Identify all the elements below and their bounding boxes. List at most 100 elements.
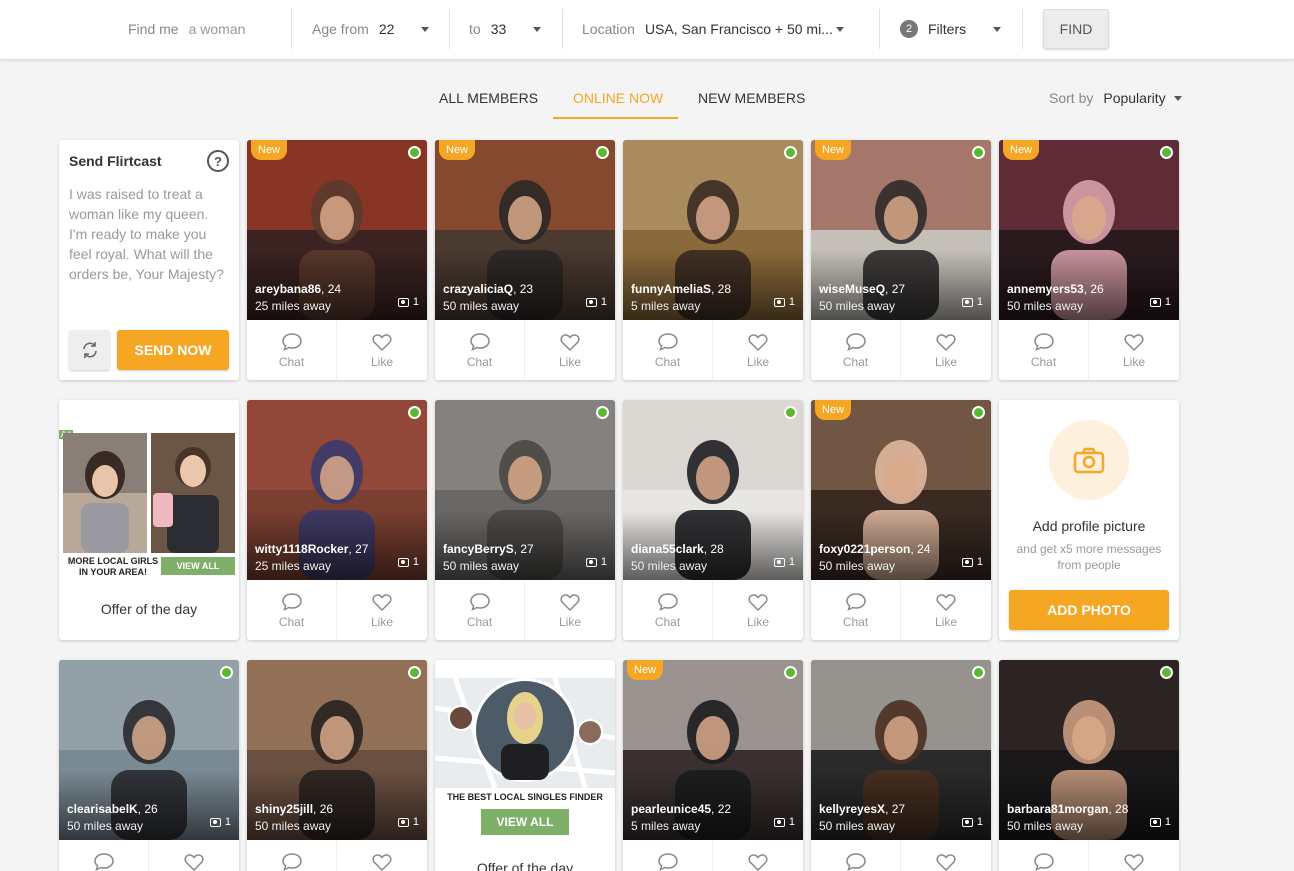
chat-button[interactable]: Chat [435,320,525,380]
age-from-select[interactable]: Age from 22 [312,0,432,58]
chat-button[interactable]: Chat [435,580,525,640]
sort-select[interactable]: Sort by Popularity [1049,90,1182,106]
like-button[interactable]: Like [149,840,239,871]
member-card[interactable]: fancyBerryS, 27 50 miles away 1 Chat Like [435,400,615,640]
member-card[interactable]: barbara81morgan, 28 50 miles away 1 ChatLik… [999,660,1179,871]
chat-button[interactable]: Chat [999,320,1089,380]
camera-icon [773,817,785,827]
chat-button[interactable]: Chat [811,580,901,640]
chat-label: Chat [466,354,493,369]
photo-count-value: 1 [412,556,419,568]
chat-button[interactable]: Chat [811,320,901,380]
chat-label: Chat [842,614,869,629]
member-card[interactable]: witty1118Rocker, 27 25 miles away 1 Chat Lik… [247,400,427,640]
chevron-down-icon [533,26,541,32]
tab-all-members[interactable]: ALL MEMBERS [439,90,538,110]
chat-button[interactable]: Chat [623,320,713,380]
age-to-select[interactable]: to 33 [469,0,544,58]
member-photo[interactable]: clearisabelK, 26 50 miles away 1 [59,660,239,840]
like-button[interactable]: Like [713,580,803,640]
member-photo[interactable]: fancyBerryS, 27 50 miles away 1 [435,400,615,580]
ad-card-local-girls[interactable]: Ad MORE LOCAL GIRLS IN YOUR AREA! VIEW A… [59,400,239,640]
member-card[interactable]: New pearleunice45, 22 5 miles away 1 ChatLik… [623,660,803,871]
like-label: Like [934,614,957,629]
find-me-label: Find me [128,21,179,37]
member-photo[interactable]: New pearleunice45, 22 5 miles away 1 [623,660,803,840]
tab-online-now[interactable]: ONLINE NOW [573,90,663,110]
member-name: diana55clark, 28 [631,542,724,556]
chat-bubble-icon [93,852,114,871]
member-photo[interactable]: New wiseMuseQ, 27 50 miles away 1 [811,140,991,320]
chat-button[interactable]: Chat [247,320,337,380]
member-actions: ChatLike [811,840,991,871]
member-card[interactable]: New annemyers53, 26 50 miles away 1 Chat Like [999,140,1179,380]
member-card[interactable]: New areybana86, 24 25 miles away 1 Chat Like [247,140,427,380]
ad-view-all-button[interactable]: VIEW ALL [161,557,235,575]
like-button[interactable]: Like [337,320,427,380]
like-button[interactable]: Like [525,320,615,380]
chat-button[interactable]: Chat [59,840,149,871]
camera-icon [397,557,409,567]
member-card[interactable]: shiny25jill, 26 50 miles away 1 ChatLike [247,660,427,871]
member-card[interactable]: funnyAmeliaS, 28 5 miles away 1 Chat Like [623,140,803,380]
chat-button[interactable]: Chat [811,840,901,871]
member-card[interactable]: New wiseMuseQ, 27 50 miles away 1 Chat Like [811,140,991,380]
chat-bubble-icon [1033,852,1054,871]
member-photo[interactable]: barbara81morgan, 28 50 miles away 1 [999,660,1179,840]
like-button[interactable]: Like [1089,320,1179,380]
ad-map-image [435,678,615,788]
member-card[interactable]: New foxy0221person, 24 50 miles away 1 Chat L… [811,400,991,640]
help-icon[interactable]: ? [207,150,229,172]
member-age: , 26 [137,802,158,816]
chat-button[interactable]: Chat [999,840,1089,871]
offer-of-the-day: Offer of the day [476,860,574,871]
ad-view-all-button[interactable]: VIEW ALL [481,809,569,835]
member-photo[interactable]: New annemyers53, 26 50 miles away 1 [999,140,1179,320]
location-select[interactable]: Location USA, San Francisco + 50 mi... [582,0,852,58]
sort-value: Popularity [1103,90,1166,106]
member-photo[interactable]: diana55clark, 28 50 miles away 1 [623,400,803,580]
member-name: shiny25jill, 26 [255,802,333,816]
photo-count-value: 1 [600,556,607,568]
tab-new-members[interactable]: NEW MEMBERS [698,90,805,110]
member-photo[interactable]: shiny25jill, 26 50 miles away 1 [247,660,427,840]
chat-button[interactable]: Chat [623,580,713,640]
like-button[interactable]: Like [901,580,991,640]
like-button[interactable]: Like [337,580,427,640]
online-status-dot [220,666,233,679]
member-actions: ChatLike [623,840,803,871]
refresh-button[interactable] [69,330,110,370]
find-me-select[interactable]: Find me a woman [128,0,245,58]
like-button[interactable]: Like [713,320,803,380]
camera-icon [209,817,221,827]
chat-bubble-icon [281,332,302,351]
member-card[interactable]: New crazyaliciaQ, 23 50 miles away 1 Chat Lik… [435,140,615,380]
chat-button[interactable]: Chat [623,840,713,871]
member-photo[interactable]: New foxy0221person, 24 50 miles away 1 [811,400,991,580]
member-photo[interactable]: New areybana86, 24 25 miles away 1 [247,140,427,320]
member-photo[interactable]: funnyAmeliaS, 28 5 miles away 1 [623,140,803,320]
chat-bubble-icon [845,332,866,351]
chat-button[interactable]: Chat [247,580,337,640]
like-button[interactable]: Like [901,840,991,871]
like-button[interactable]: Like [713,840,803,871]
filters-select[interactable]: 2 Filters [900,0,1004,58]
add-photo-button[interactable]: ADD PHOTO [1009,590,1169,630]
like-button[interactable]: Like [337,840,427,871]
like-button[interactable]: Like [525,580,615,640]
like-button[interactable]: Like [901,320,991,380]
chat-bubble-icon [469,332,490,351]
ad-card-singles-finder[interactable]: Ad THE BEST LOCAL SINGLES FINDER VIEW AL… [435,660,615,871]
send-now-button[interactable]: SEND NOW [117,330,229,370]
find-button[interactable]: FIND [1043,9,1109,49]
member-photo[interactable]: kellyreyesX, 27 50 miles away 1 [811,660,991,840]
chat-button[interactable]: Chat [247,840,337,871]
heart-icon [372,593,392,611]
member-photo[interactable]: witty1118Rocker, 27 25 miles away 1 [247,400,427,580]
member-card[interactable]: kellyreyesX, 27 50 miles away 1 ChatLike [811,660,991,871]
member-photo[interactable]: New crazyaliciaQ, 23 50 miles away 1 [435,140,615,320]
member-distance: 5 miles away [631,819,701,833]
like-button[interactable]: Like [1089,840,1179,871]
member-card[interactable]: diana55clark, 28 50 miles away 1 Chat Like [623,400,803,640]
member-card[interactable]: clearisabelK, 26 50 miles away 1 ChatLike [59,660,239,871]
